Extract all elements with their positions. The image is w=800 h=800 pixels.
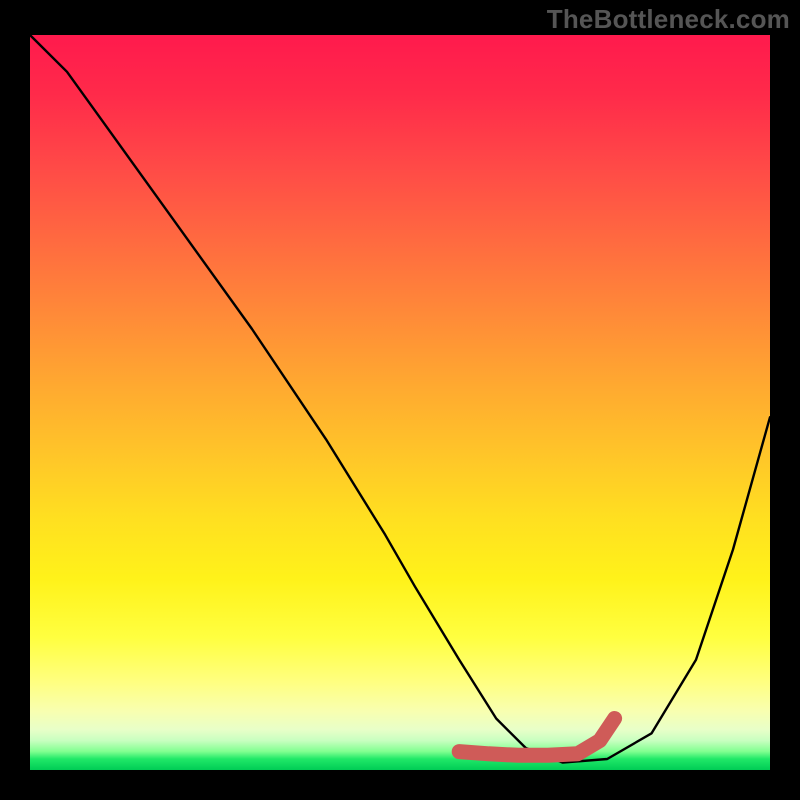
main-curve-path	[30, 35, 770, 763]
chart-overlay	[30, 35, 770, 770]
chart-frame: TheBottleneck.com	[0, 0, 800, 800]
watermark-text: TheBottleneck.com	[547, 4, 790, 35]
highlight-curve-path	[459, 719, 614, 756]
plot-area	[30, 35, 770, 770]
